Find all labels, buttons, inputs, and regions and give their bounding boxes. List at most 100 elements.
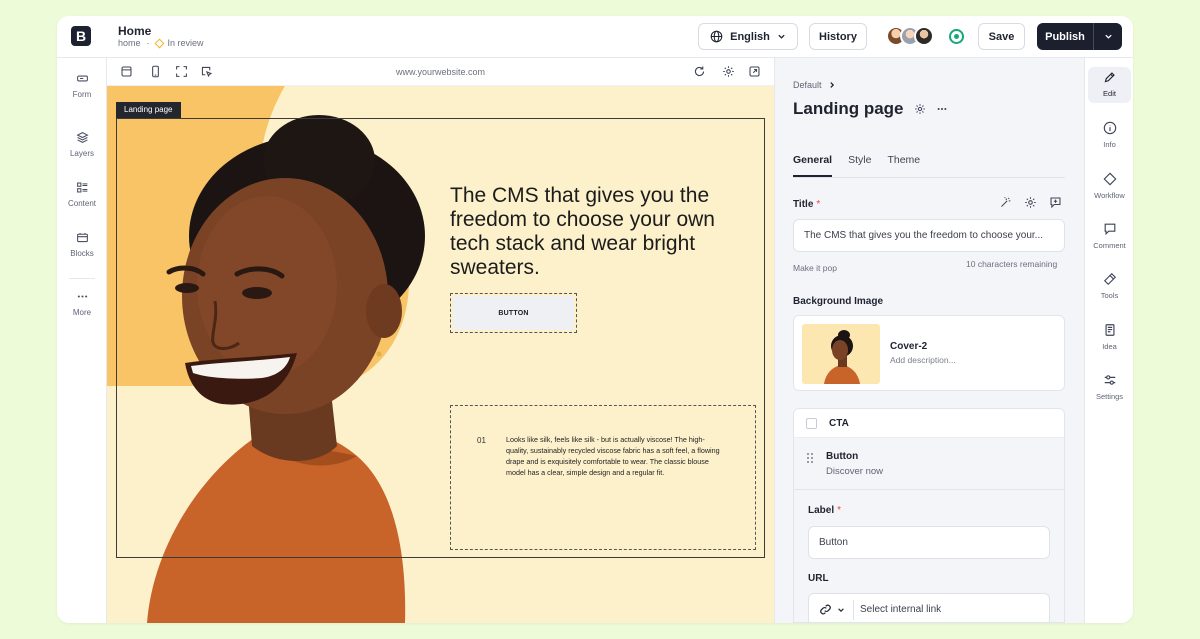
title-hint: Make it pop xyxy=(793,263,837,273)
rail-item-comment[interactable]: Comment xyxy=(1088,218,1131,255)
rail-item-info[interactable]: Info xyxy=(1088,117,1131,154)
comment-icon xyxy=(1103,222,1117,236)
rail-item-edit[interactable]: Edit xyxy=(1088,67,1131,103)
chevron-down-icon xyxy=(837,606,845,614)
rail-item-idea[interactable]: Idea xyxy=(1088,319,1131,356)
save-button[interactable]: Save xyxy=(978,23,1025,50)
cta-button-subtitle: Discover now xyxy=(826,466,884,477)
label-field-text: Label xyxy=(808,505,835,516)
cta-button-preview[interactable]: BUTTON xyxy=(453,296,574,330)
breadcrumb-separator: · xyxy=(146,38,150,48)
tab-theme[interactable]: Theme xyxy=(887,154,920,177)
drag-handle-icon[interactable] xyxy=(806,452,814,464)
add-comment-icon[interactable] xyxy=(1049,196,1062,209)
chevron-down-icon xyxy=(1104,32,1113,41)
background-image-card[interactable]: Cover-2 Add description... xyxy=(793,315,1065,391)
rail-item-label: Comment xyxy=(1093,241,1126,250)
magic-wand-icon[interactable] xyxy=(999,196,1012,209)
chevron-right-icon xyxy=(828,81,836,89)
cta-body: Button Discover now Label * Button URL S… xyxy=(794,438,1064,622)
cta-button-title: Button xyxy=(826,451,859,462)
cms-app-window: B Home home · In review English History xyxy=(57,16,1133,623)
gear-icon[interactable] xyxy=(1024,196,1037,209)
gear-icon[interactable] xyxy=(722,65,735,78)
tools-icon xyxy=(1103,272,1117,286)
sidebar-item-blocks[interactable]: Blocks xyxy=(57,231,107,258)
sidebar-divider xyxy=(69,278,95,279)
more-options-icon[interactable] xyxy=(936,103,948,115)
sidebar-item-label: Layers xyxy=(69,149,94,158)
language-selector[interactable]: English xyxy=(698,23,798,50)
sidebar-item-content[interactable]: Content xyxy=(57,181,107,208)
app-logo[interactable]: B xyxy=(71,26,91,46)
sidebar-item-more[interactable]: More xyxy=(57,290,107,317)
live-status-icon[interactable] xyxy=(949,29,964,44)
publish-options-button[interactable] xyxy=(1094,23,1122,50)
item-description: Looks like silk, feels like silk - but i… xyxy=(506,435,720,477)
label-input[interactable]: Button xyxy=(808,526,1050,559)
publish-button[interactable]: Publish xyxy=(1037,23,1094,50)
label-field-label: Label * xyxy=(808,505,841,516)
mobile-view-icon[interactable] xyxy=(149,65,162,78)
panel-title: Landing page xyxy=(793,99,904,118)
rail-item-label: Tools xyxy=(1100,291,1119,300)
collaborator-avatars[interactable] xyxy=(886,26,934,46)
sidebar-item-layers[interactable]: Layers xyxy=(57,131,107,158)
sidebar-item-label: More xyxy=(72,308,92,317)
canvas-toolbar: www.yourwebsite.com xyxy=(107,58,774,86)
tab-general[interactable]: General xyxy=(793,154,833,177)
desktop-view-icon[interactable] xyxy=(120,65,133,78)
cta-checkbox[interactable] xyxy=(806,417,817,429)
sidebar-item-form[interactable]: Form xyxy=(57,72,107,99)
title-label-text: Title xyxy=(793,199,814,210)
open-external-icon[interactable] xyxy=(748,65,761,78)
refresh-icon[interactable] xyxy=(693,65,706,78)
globe-icon xyxy=(710,30,723,43)
panel-breadcrumb[interactable]: Default xyxy=(793,80,836,90)
rail-item-workflow[interactable]: Workflow xyxy=(1088,168,1131,205)
left-sidebar: Form Layers Content Blocks More xyxy=(57,58,107,623)
rail-item-label: Workflow xyxy=(1094,191,1125,200)
gear-icon[interactable] xyxy=(914,103,926,115)
page-canvas[interactable]: Landing page The CMS that gives you the … xyxy=(107,86,774,623)
cover-thumbnail[interactable] xyxy=(802,324,880,384)
frame-tag: Landing page xyxy=(116,102,181,118)
item-number: 01 xyxy=(477,436,486,445)
url-field-label: URL xyxy=(808,573,829,584)
cover-description-input[interactable]: Add description... xyxy=(890,355,956,365)
link-icon xyxy=(819,603,832,616)
cover-thumbnail-image xyxy=(824,330,860,384)
rail-item-tools[interactable]: Tools xyxy=(1088,268,1131,305)
rail-item-label: Edit xyxy=(1103,89,1116,98)
blocks-icon xyxy=(76,231,89,244)
pencil-icon xyxy=(1103,71,1116,84)
publish-button-group: Publish xyxy=(1037,23,1122,50)
cta-button-item[interactable]: Button Discover now xyxy=(794,438,1064,490)
title-input[interactable]: The CMS that gives you the freedom to ch… xyxy=(793,219,1065,252)
text-block[interactable]: 01 Looks like silk, feels like silk - bu… xyxy=(450,405,756,550)
select-element-icon[interactable] xyxy=(200,65,213,78)
sidebar-item-label: Form xyxy=(72,90,92,99)
workflow-icon xyxy=(1103,172,1117,186)
title-field-tools xyxy=(999,196,1062,209)
page-title: Home xyxy=(118,24,152,38)
character-counter: 10 characters remaining xyxy=(966,259,1058,269)
tab-style[interactable]: Style xyxy=(848,154,871,177)
hero-headline[interactable]: The CMS that gives you the freedom to ch… xyxy=(450,184,740,280)
url-input[interactable]: Select internal link xyxy=(808,593,1050,622)
breadcrumb-home[interactable]: home xyxy=(118,38,141,48)
history-button[interactable]: History xyxy=(809,23,867,50)
rail-item-settings[interactable]: Settings xyxy=(1088,369,1131,406)
cta-block[interactable]: BUTTON xyxy=(450,293,577,333)
title-field-label: Title * xyxy=(793,199,820,210)
form-icon xyxy=(76,72,89,85)
link-type-select[interactable] xyxy=(809,599,854,620)
layers-icon xyxy=(75,131,89,144)
status-diamond-icon xyxy=(154,38,164,48)
avatar[interactable] xyxy=(914,26,934,46)
cta-header[interactable]: CTA xyxy=(794,409,1064,438)
cta-section: CTA Button Discover now Label * Button UR… xyxy=(793,408,1065,623)
info-icon xyxy=(1103,121,1117,135)
fullscreen-icon[interactable] xyxy=(175,65,188,78)
sidebar-item-label: Content xyxy=(67,199,97,208)
